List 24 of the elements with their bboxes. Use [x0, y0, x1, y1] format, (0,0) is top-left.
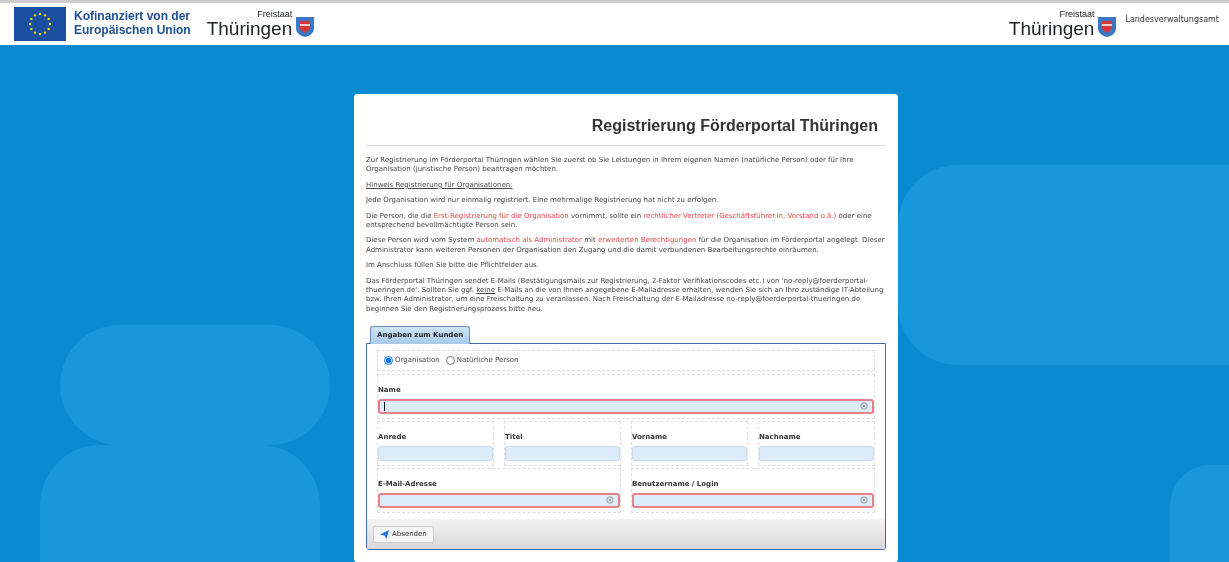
logo-subtitle: Freistaat [1059, 10, 1095, 19]
input-field[interactable] [378, 492, 620, 508]
input-field[interactable] [759, 445, 874, 461]
input-field[interactable] [378, 398, 874, 414]
input-field[interactable] [505, 445, 620, 461]
clear-icon[interactable] [860, 496, 868, 505]
cofinancing-text: Europäischen Union [74, 24, 191, 38]
input-field[interactable] [632, 492, 874, 508]
input-field[interactable] [632, 445, 747, 461]
logo-subtitle: Freistaat [257, 10, 293, 19]
text-cursor [384, 402, 385, 412]
page-title: Registrierung Förderportal Thüringen [366, 114, 886, 146]
coat-of-arms-icon [295, 16, 316, 38]
cofinancing-text: Kofinanziert von der [74, 10, 191, 24]
agency-name: Landesverwaltungsamt [1125, 14, 1219, 26]
logo-wordmark: Thüringen [1008, 19, 1095, 38]
input-field[interactable] [378, 445, 493, 461]
radio-button[interactable] [445, 356, 455, 366]
logo-wordmark: Thüringen [206, 19, 293, 38]
coat-of-arms-icon [1097, 16, 1118, 38]
radio-button[interactable] [384, 356, 393, 366]
paper-plane-icon [380, 529, 389, 539]
clear-icon[interactable] [860, 402, 868, 411]
clear-icon[interactable] [606, 496, 614, 505]
